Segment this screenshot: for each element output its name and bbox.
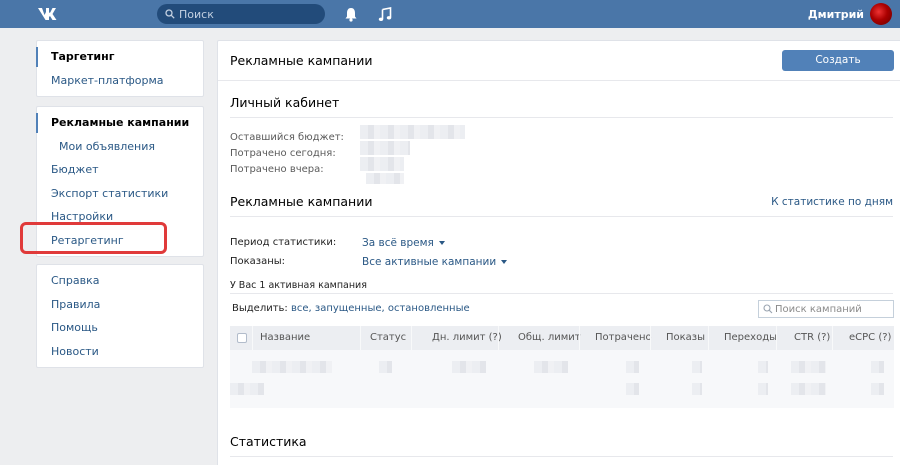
col-ctr[interactable]: CTR (?) bbox=[794, 326, 830, 350]
table-row-cell bbox=[758, 361, 768, 373]
user-name[interactable]: Дмитрий bbox=[808, 8, 864, 21]
table-row-cell bbox=[871, 383, 884, 395]
table-row-cell bbox=[758, 383, 768, 395]
table-row-cell bbox=[626, 383, 639, 395]
campaigns-table-body bbox=[230, 350, 894, 408]
period-dropdown[interactable]: За всё время bbox=[362, 237, 445, 249]
table-row-cell bbox=[692, 361, 702, 373]
sidebar-item-targeting[interactable]: Таргетинг bbox=[36, 45, 203, 69]
retargeting-highlight bbox=[20, 222, 167, 254]
col-impressions[interactable]: Показы bbox=[666, 326, 705, 350]
blurred-budget-value bbox=[360, 125, 465, 139]
campaigns-table-header: Название Статус Дн. лимит (?) Общ. лимит… bbox=[230, 326, 894, 350]
blurred-value bbox=[366, 173, 404, 184]
col-total-limit[interactable]: Общ. лимит bbox=[518, 326, 581, 350]
col-clicks[interactable]: Переходы bbox=[724, 326, 777, 350]
period-value: За всё время bbox=[362, 237, 434, 249]
table-row-cell bbox=[791, 361, 826, 373]
divider bbox=[230, 293, 893, 294]
sidebar-item-export-stats[interactable]: Экспорт статистики bbox=[37, 182, 203, 206]
sidebar-item-market-platform[interactable]: Маркет-платформа bbox=[37, 69, 203, 93]
statistics-title: Статистика bbox=[230, 434, 307, 449]
top-bar: Дмитрий bbox=[0, 0, 900, 28]
create-ad-button[interactable]: Создать объявление bbox=[782, 50, 894, 87]
table-row-cell bbox=[379, 361, 392, 373]
search-icon bbox=[165, 9, 175, 19]
search-box[interactable] bbox=[157, 4, 325, 24]
search-icon bbox=[763, 304, 773, 314]
campaign-search-box[interactable] bbox=[758, 300, 894, 318]
divider bbox=[230, 216, 893, 217]
search-input[interactable] bbox=[179, 6, 319, 22]
campaigns-section-title: Рекламные кампании bbox=[230, 194, 373, 209]
select-label: Выделить: bbox=[232, 303, 288, 314]
shown-dropdown[interactable]: Все активные кампании bbox=[362, 256, 508, 268]
table-row-cell bbox=[692, 383, 702, 395]
bell-icon[interactable] bbox=[344, 7, 358, 22]
col-daily-limit[interactable]: Дн. лимит (?) bbox=[432, 326, 502, 350]
col-status[interactable]: Статус bbox=[370, 326, 406, 350]
active-campaigns-count: У Вас 1 активная кампания bbox=[230, 280, 367, 291]
sidebar-group-main: Таргетинг Маркет-платформа bbox=[36, 40, 204, 97]
spent-today-label: Потрачено сегодня: bbox=[230, 148, 336, 159]
chevron-down-icon bbox=[438, 241, 445, 245]
page-title: Рекламные кампании bbox=[230, 53, 373, 68]
shown-label: Показаны: bbox=[230, 256, 286, 267]
sidebar-item-help-ref[interactable]: Справка bbox=[37, 269, 203, 293]
divider bbox=[230, 456, 893, 457]
cabinet-title: Личный кабинет bbox=[230, 95, 340, 110]
sidebar-item-support[interactable]: Помощь bbox=[37, 316, 203, 340]
col-name[interactable]: Название bbox=[260, 326, 310, 350]
period-label: Период статистики: bbox=[230, 237, 337, 248]
table-row-cell bbox=[791, 383, 826, 395]
select-all-checkbox[interactable] bbox=[237, 333, 247, 343]
main-panel: Рекламные кампании Создать объявление Ли… bbox=[217, 40, 900, 465]
table-row-cell bbox=[452, 361, 486, 373]
divider bbox=[230, 117, 893, 118]
campaign-search-input[interactable] bbox=[775, 302, 890, 316]
music-icon[interactable] bbox=[378, 7, 392, 22]
spent-yesterday-label: Потрачено вчера: bbox=[230, 164, 324, 175]
table-row-cell bbox=[534, 361, 568, 373]
remaining-budget-label: Оставшийся бюджет: bbox=[230, 132, 344, 143]
divider bbox=[218, 80, 900, 81]
chevron-down-icon bbox=[501, 260, 508, 264]
col-ecpc[interactable]: eCPC (?) bbox=[849, 326, 891, 350]
table-row-cell bbox=[626, 361, 639, 373]
select-links[interactable]: все, запущенные, остановленные bbox=[291, 303, 470, 314]
sidebar-item-rules[interactable]: Правила bbox=[37, 293, 203, 317]
col-spent[interactable]: Потрачено bbox=[595, 326, 652, 350]
table-row-cell bbox=[230, 383, 264, 395]
sidebar-item-budget[interactable]: Бюджет bbox=[37, 158, 203, 182]
stats-by-day-link[interactable]: К статистике по дням bbox=[771, 196, 893, 208]
shown-value: Все активные кампании bbox=[362, 256, 497, 268]
table-row-cell bbox=[871, 361, 884, 373]
blurred-today-value bbox=[360, 141, 410, 155]
avatar[interactable] bbox=[870, 3, 892, 25]
blurred-yesterday-value bbox=[360, 157, 404, 171]
vk-logo[interactable] bbox=[38, 6, 62, 22]
table-row-cell bbox=[252, 361, 332, 373]
sidebar-item-campaigns[interactable]: Рекламные кампании bbox=[36, 111, 203, 135]
sidebar-item-my-ads[interactable]: Мои объявления bbox=[37, 135, 203, 159]
sidebar-item-news[interactable]: Новости bbox=[37, 340, 203, 364]
select-filter: Выделить: все, запущенные, остановленные bbox=[232, 303, 470, 314]
sidebar-group-help: Справка Правила Помощь Новости bbox=[36, 264, 204, 368]
